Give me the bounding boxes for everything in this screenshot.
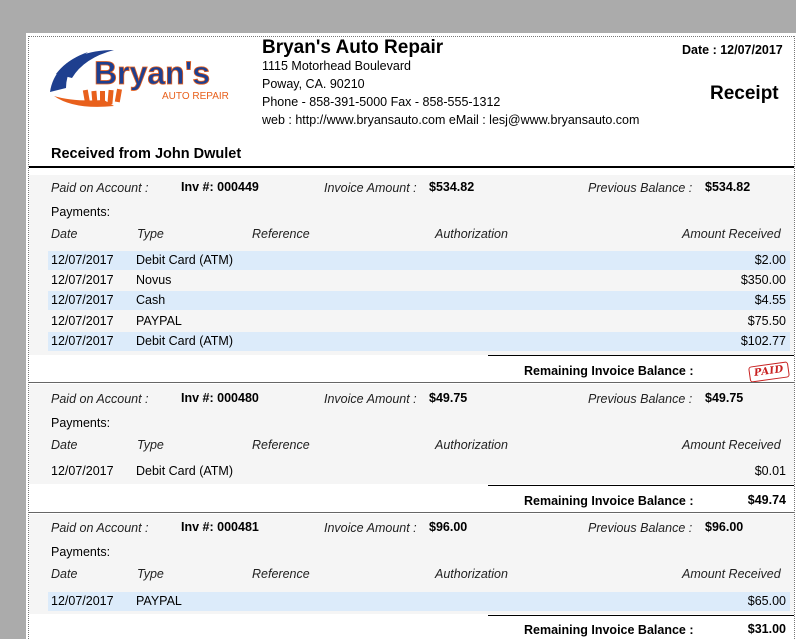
invoice-number-label: Inv #: 000449 (181, 180, 259, 194)
invoice-amount-label: Invoice Amount : (324, 392, 417, 406)
payment-type: Debit Card (ATM) (136, 253, 234, 267)
table-row: 12/07/2017 Cash $4.55 (48, 291, 790, 310)
payment-date: 12/07/2017 (51, 293, 114, 307)
payment-type: Cash (136, 293, 166, 307)
invoice-amount-label: Invoice Amount : (324, 181, 417, 195)
payments-label: Payments: (51, 205, 111, 219)
company-name: Bryan's Auto Repair (262, 37, 444, 58)
table-row: 12/07/2017 Debit Card (ATM) $2.00 (48, 251, 790, 270)
col-type-header: Type (137, 227, 164, 241)
col-amount-header: Amount Received (682, 227, 781, 241)
section-divider (29, 512, 794, 513)
payment-amount: $2.00 (754, 253, 786, 267)
col-reference-header: Reference (252, 567, 310, 581)
payments-label: Payments: (51, 416, 111, 430)
payments-label: Payments: (51, 545, 111, 559)
col-reference-header: Reference (252, 227, 310, 241)
payment-date: 12/07/2017 (51, 594, 114, 608)
section-divider (29, 382, 794, 383)
remaining-balance-value: $49.74 (747, 493, 786, 507)
company-logo: Bryan's AUTO REPAIR (50, 50, 229, 107)
payment-amount: $75.50 (747, 314, 786, 328)
invoice-number-label: Inv #: 000481 (181, 520, 259, 534)
table-row: 12/07/2017 Debit Card (ATM) $102.77 (48, 332, 790, 351)
table-row: 12/07/2017 PAYPAL $65.00 (48, 592, 790, 611)
col-date-header: Date (51, 227, 78, 241)
company-address-line1: 1115 Motorhead Boulevard (262, 59, 411, 73)
previous-balance-value: $534.82 (705, 180, 751, 194)
header-divider (29, 166, 794, 168)
received-from: Received from John Dwulet (51, 146, 242, 162)
payment-amount: $350.00 (740, 273, 786, 287)
company-web-email: web : http://www.bryansauto.com eMail : … (262, 113, 640, 127)
payment-amount: $102.77 (740, 334, 786, 348)
receipt-date: Date : 12/07/2017 (682, 43, 783, 57)
table-row: 12/07/2017 Novus $350.00 (48, 271, 790, 290)
remaining-divider (488, 355, 794, 356)
page-border (794, 36, 795, 639)
company-address-line2: Poway, CA. 90210 (262, 77, 365, 91)
payment-type: Novus (136, 273, 172, 287)
receipt-title: Receipt (710, 83, 779, 104)
col-authorization-header: Authorization (435, 227, 508, 241)
payment-type: PAYPAL (136, 314, 182, 328)
payment-amount: $4.55 (754, 293, 786, 307)
col-amount-header: Amount Received (682, 438, 781, 452)
paid-on-account-label: Paid on Account : (51, 392, 149, 406)
table-row: 12/07/2017 PAYPAL $75.50 (48, 312, 790, 331)
previous-balance-value: $49.75 (705, 391, 744, 405)
remaining-divider (488, 615, 794, 616)
col-date-header: Date (51, 438, 78, 452)
payment-date: 12/07/2017 (51, 464, 114, 478)
company-phone-fax: Phone - 858-391-5000 Fax - 858-555-1312 (262, 95, 501, 109)
col-type-header: Type (137, 567, 164, 581)
col-reference-header: Reference (252, 438, 310, 452)
payment-amount: $0.01 (754, 464, 786, 478)
previous-balance-label: Previous Balance : (588, 392, 693, 406)
payment-date: 12/07/2017 (51, 314, 114, 328)
invoice-amount-value: $534.82 (429, 180, 475, 194)
invoice-amount-value: $49.75 (429, 391, 468, 405)
col-authorization-header: Authorization (435, 567, 508, 581)
col-authorization-header: Authorization (435, 438, 508, 452)
payment-date: 12/07/2017 (51, 273, 114, 287)
previous-balance-label: Previous Balance : (588, 521, 693, 535)
paid-on-account-label: Paid on Account : (51, 521, 149, 535)
remaining-balance-value: $31.00 (747, 622, 786, 636)
payment-type: Debit Card (ATM) (136, 334, 234, 348)
logo-text: Bryan's (94, 55, 210, 91)
previous-balance-value: $96.00 (705, 520, 744, 534)
logo-subtext: AUTO REPAIR (162, 91, 229, 102)
table-row: 12/07/2017 Debit Card (ATM) $0.01 (48, 462, 790, 481)
invoice-amount-value: $96.00 (429, 520, 468, 534)
payment-date: 12/07/2017 (51, 253, 114, 267)
remaining-balance-label: Remaining Invoice Balance : (524, 364, 694, 378)
payment-amount: $65.00 (747, 594, 786, 608)
col-amount-header: Amount Received (682, 567, 781, 581)
col-type-header: Type (137, 438, 164, 452)
col-date-header: Date (51, 567, 78, 581)
payment-type: PAYPAL (136, 594, 182, 608)
paid-on-account-label: Paid on Account : (51, 181, 149, 195)
invoice-amount-label: Invoice Amount : (324, 521, 417, 535)
previous-balance-label: Previous Balance : (588, 181, 693, 195)
payment-type: Debit Card (ATM) (136, 464, 234, 478)
payment-date: 12/07/2017 (51, 334, 114, 348)
remaining-divider (488, 485, 794, 486)
invoice-number-label: Inv #: 000480 (181, 391, 259, 405)
